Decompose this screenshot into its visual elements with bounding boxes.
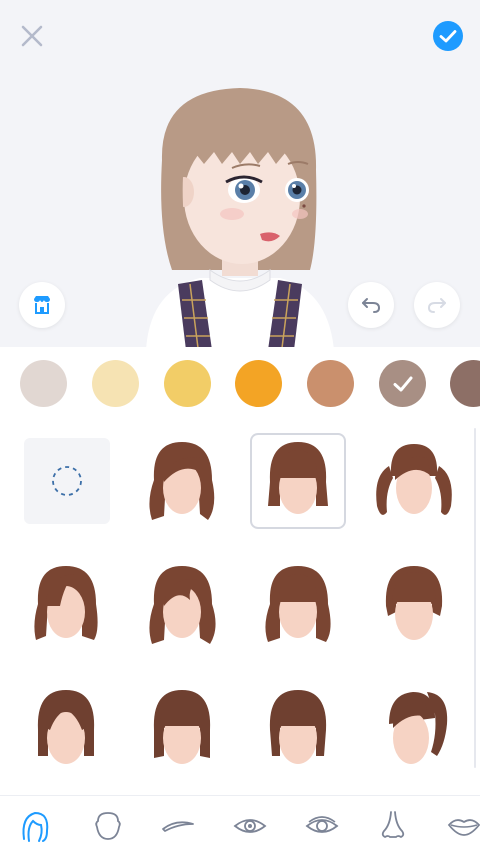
hairstyle-item[interactable] [366,433,462,529]
redo-button[interactable] [414,282,460,328]
store-button[interactable] [19,282,65,328]
hairstyle-center-part-bob-icon [37,690,95,764]
tab-eye-detail[interactable] [302,806,342,846]
undo-button[interactable] [348,282,394,328]
avatar-illustration [146,88,334,347]
hairstyle-item[interactable] [18,681,114,777]
hairstyle-bangs-bob-icon [268,442,328,514]
tab-eye[interactable] [230,806,270,846]
tab-eyebrow[interactable] [158,806,198,846]
hairstyle-side-part-bob-icon [34,566,98,640]
tab-hair[interactable] [15,806,55,846]
avatar-preview [0,0,480,347]
hairstyle-side-part-wavy-icon [149,442,215,520]
hairstyle-item[interactable] [18,557,114,653]
close-button[interactable] [14,18,50,54]
color-swatch[interactable] [164,360,211,407]
hairstyle-bangs-wavy-icon [265,566,331,642]
close-icon [21,25,43,47]
eye-icon [233,819,267,833]
hairstyle-item[interactable] [134,557,230,653]
hairstyle-item[interactable] [366,681,462,777]
hairstyle-item[interactable] [134,433,230,529]
color-swatch[interactable] [92,360,139,407]
hairstyle-grid [0,421,480,795]
hairstyle-item[interactable] [250,681,346,777]
nose-icon [381,811,405,839]
hairstyle-item-selected[interactable] [250,433,346,529]
category-tab-bar [0,795,480,854]
hairstyle-blunt-bob-icon [153,690,211,764]
undo-icon [362,298,381,313]
tab-nose[interactable] [373,806,413,846]
confirm-button[interactable] [430,18,466,54]
hairstyle-item[interactable] [134,681,230,777]
color-swatch[interactable] [20,360,67,407]
hairstyle-twin-tails-icon [376,444,452,515]
store-icon [34,296,50,314]
empty-circle-icon [52,466,82,496]
tab-lips[interactable] [444,806,480,846]
hairstyle-messy-wavy-icon [149,566,216,644]
hairstyle-item[interactable] [366,557,462,653]
hairstyle-bangs-round-bob-icon [269,690,327,764]
eyebrow-icon [162,821,194,832]
check-icon [393,376,412,391]
color-swatch[interactable] [450,360,480,407]
hairstyle-none[interactable] [24,438,110,524]
eye-detail-icon [305,816,339,833]
color-swatch[interactable] [235,360,282,407]
check-circle-icon [433,21,463,51]
hairstyle-ponytail-icon [389,692,448,764]
hairstyle-item[interactable] [250,557,346,653]
lips-icon [447,819,480,836]
face-shape-icon [95,812,121,840]
color-swatch[interactable] [307,360,354,407]
redo-icon [427,298,446,313]
tab-face-shape[interactable] [88,806,128,846]
hair-icon [22,811,49,842]
hairstyle-bangs-short-bob-icon [385,566,443,640]
hair-color-palette [0,347,480,421]
color-swatch-selected[interactable] [379,360,426,407]
grid-scrollbar[interactable] [474,428,476,768]
